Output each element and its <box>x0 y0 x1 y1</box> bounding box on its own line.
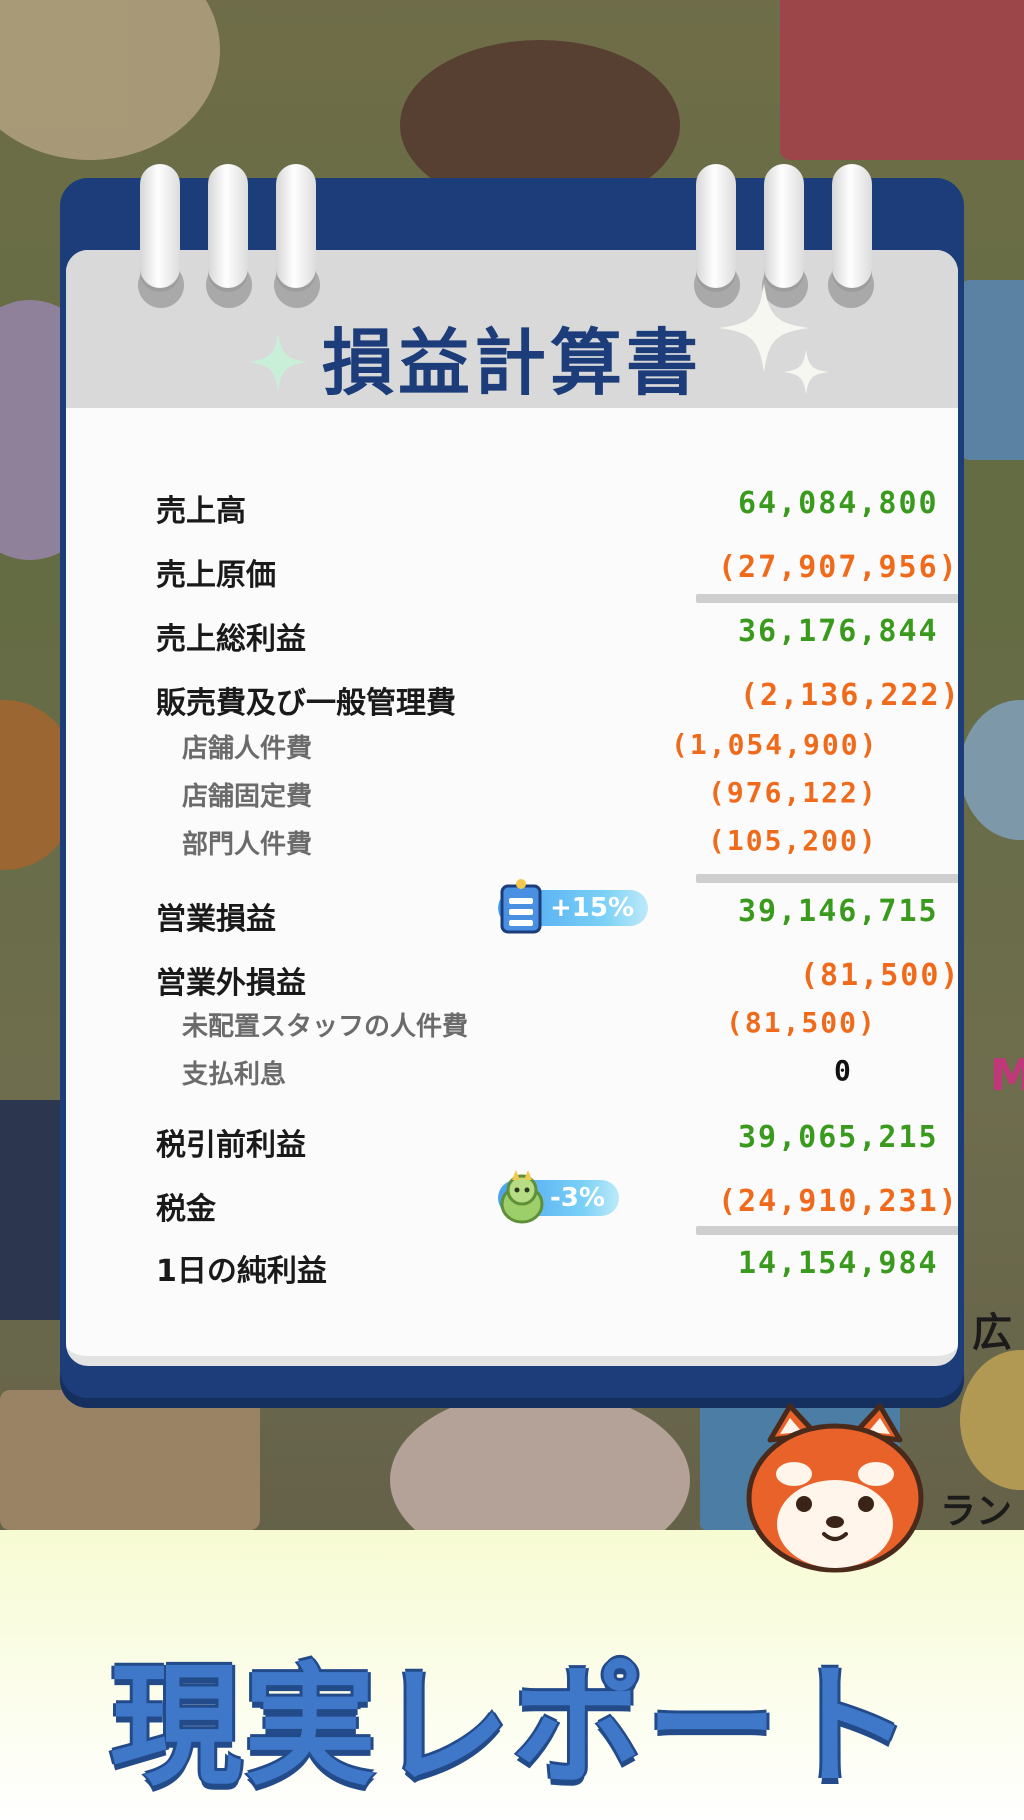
bonus-badge: +15% <box>498 879 649 934</box>
tax-reduction-badge-label: -3% <box>550 1183 605 1213</box>
income-statement-sheet: 損益計算書 売上高 64,084,800 売上原価 (27,907,956) 売… <box>66 250 958 1366</box>
sheet-title: 損益計算書 <box>321 321 702 405</box>
binder-ring <box>140 164 180 288</box>
sheet-header: 損益計算書 <box>66 250 958 408</box>
row-value: (105,200) <box>708 824 878 857</box>
row-label: 売上総利益 <box>156 622 306 657</box>
binder-ring <box>208 164 248 288</box>
row-label: 営業外損益 <box>156 966 306 1001</box>
row-value: 0 <box>834 1054 853 1087</box>
row-label: 店舗固定費 <box>182 782 313 812</box>
row-value: (24,910,231) <box>718 1184 958 1219</box>
row-value: 64,084,800 <box>738 486 939 521</box>
subtotal-rule <box>696 874 958 883</box>
total-rule <box>696 1226 958 1235</box>
bg-ranking-label: ランキ <box>940 1491 1013 1530</box>
row-label: 税引前利益 <box>156 1128 306 1163</box>
row-label: 店舗人件費 <box>182 734 313 764</box>
menu-card-icon <box>500 879 542 934</box>
row-value: (976,122) <box>708 776 878 809</box>
tax-reduction-badge: -3% <box>498 1170 619 1224</box>
row-value: (27,907,956) <box>718 550 958 585</box>
row-value: 14,154,984 <box>738 1246 939 1281</box>
binder-ring <box>276 164 316 288</box>
binder-ring <box>696 164 736 288</box>
bonus-badge-label: +15% <box>550 893 635 923</box>
row-label: 部門人件費 <box>182 830 313 860</box>
row-label: 未配置スタッフの人件費 <box>182 1012 469 1042</box>
subtotal-rule <box>696 594 958 603</box>
row-value: (2,136,222) <box>740 678 958 713</box>
row-label: 販売費及び一般管理費 <box>156 686 456 721</box>
binder-ring <box>832 164 872 288</box>
bg-ad-label: 広 <box>972 1310 1012 1356</box>
bg-m-badge: M <box>990 1050 1024 1101</box>
row-label: 1日の純利益 <box>156 1254 327 1289</box>
row-label: 売上原価 <box>156 558 276 593</box>
row-label: 税金 <box>156 1192 216 1227</box>
row-label: 営業損益 <box>156 902 276 937</box>
lucky-cat-icon <box>500 1170 544 1224</box>
row-value: 36,176,844 <box>738 614 939 649</box>
row-label: 支払利息 <box>182 1060 287 1090</box>
row-label: 売上高 <box>156 494 246 529</box>
row-value: (1,054,900) <box>671 728 879 761</box>
row-value: 39,146,715 <box>738 894 939 929</box>
row-value: 39,065,215 <box>738 1120 939 1155</box>
red-panda-mascot-icon <box>746 1403 924 1573</box>
row-value: (81,500) <box>726 1006 877 1039</box>
banner-title: 現実レポート <box>110 1650 914 1804</box>
row-value: (81,500) <box>800 958 958 993</box>
binder-ring <box>764 164 804 288</box>
